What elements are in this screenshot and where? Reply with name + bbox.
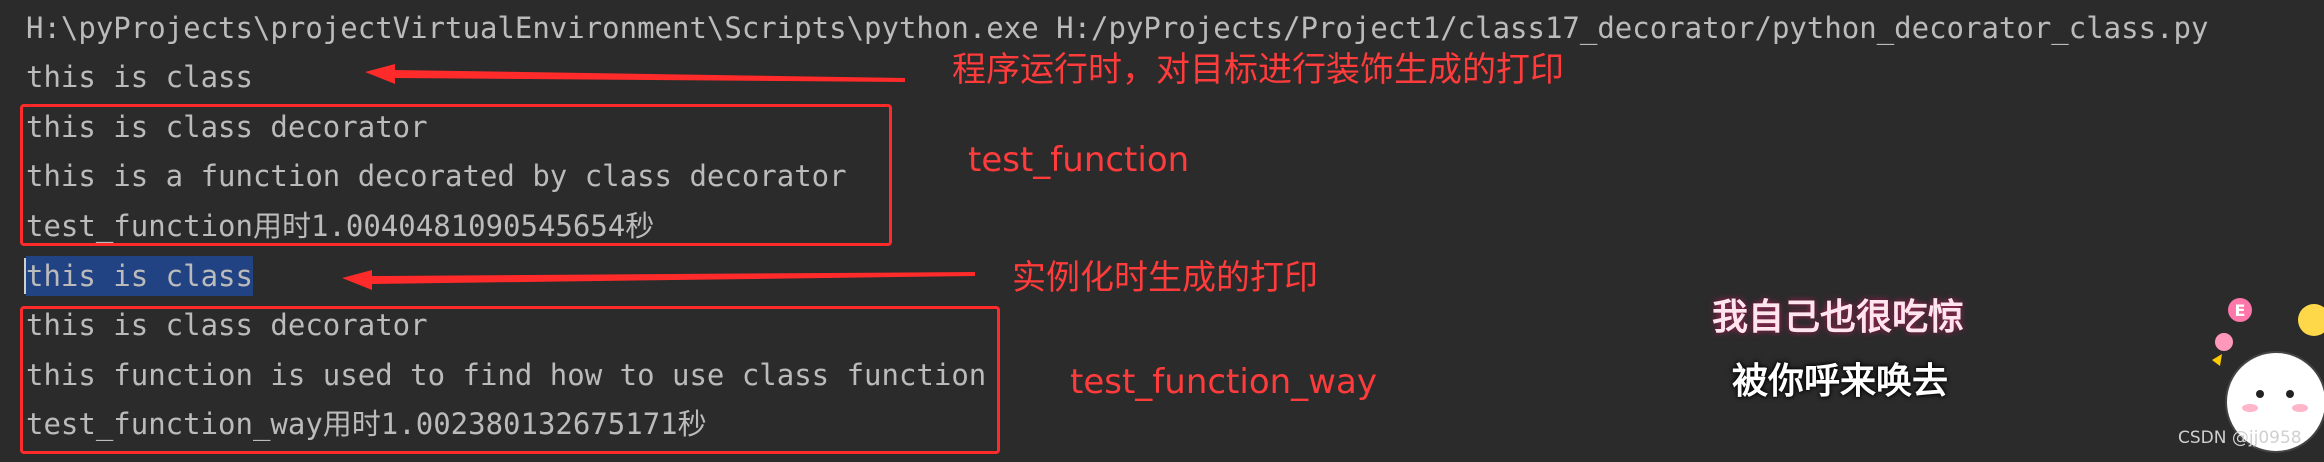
arrow-runtime-note [365, 64, 905, 84]
sticker-caption-line1: 我自己也很吃惊 [1712, 297, 1965, 338]
annotation-test-function-label: test_function [968, 140, 1190, 180]
annotation-instantiation-note: 实例化时生成的打印 [1012, 258, 1318, 298]
csdn-watermark: CSDN @jj0958 [2178, 428, 2302, 448]
sticker-badge-letter: E [2235, 301, 2246, 320]
annotation-test-function-way-label: test_function_way [1070, 362, 1377, 402]
arrow-instantiation-note [342, 270, 975, 290]
sticker-caption-line2: 被你呼来唤去 [1732, 361, 1949, 402]
annotation-runtime-note: 程序运行时，对目标进行装饰生成的打印 [952, 50, 1564, 90]
